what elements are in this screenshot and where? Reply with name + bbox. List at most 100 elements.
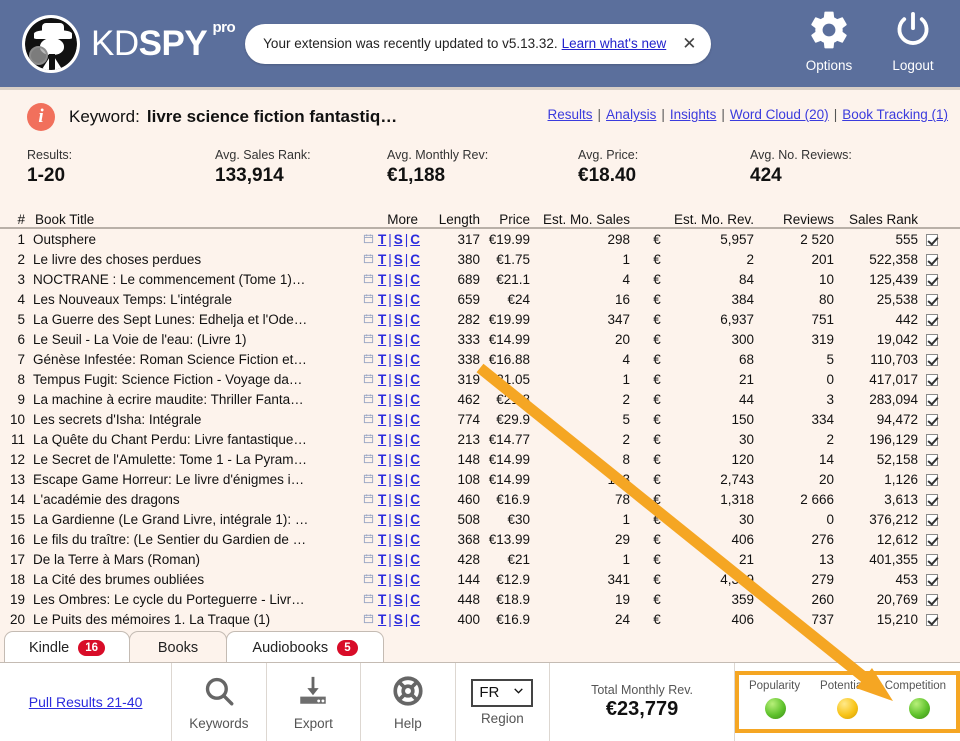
link-s[interactable]: S <box>394 592 403 607</box>
options-button[interactable]: Options <box>792 8 866 73</box>
row-checkbox[interactable] <box>926 373 938 386</box>
link-results[interactable]: Results <box>548 107 593 122</box>
link-c[interactable]: C <box>410 412 420 427</box>
link-c[interactable]: C <box>410 252 420 267</box>
table-row[interactable]: 18 La Cité des brumes oubliées T | S | C 144 €12… <box>0 569 960 589</box>
cell-more[interactable]: T | S | C <box>340 392 428 407</box>
link-c[interactable]: C <box>410 532 420 547</box>
link-t[interactable]: T <box>378 232 386 247</box>
link-t[interactable]: T <box>378 272 386 287</box>
cell-more[interactable]: T | S | C <box>340 272 428 287</box>
calendar-icon[interactable] <box>363 233 374 247</box>
link-t[interactable]: T <box>378 432 386 447</box>
link-t[interactable]: T <box>378 592 386 607</box>
link-t[interactable]: T <box>378 612 386 627</box>
link-t[interactable]: T <box>378 512 386 527</box>
cell-more[interactable]: T | S | C <box>340 292 428 307</box>
link-c[interactable]: C <box>410 512 420 527</box>
cell-checkbox[interactable] <box>918 272 946 287</box>
help-button[interactable]: Help <box>361 663 456 741</box>
cell-more[interactable]: T | S | C <box>340 512 428 527</box>
cell-more[interactable]: T | S | C <box>340 612 428 627</box>
link-t[interactable]: T <box>378 312 386 327</box>
link-s[interactable]: S <box>394 332 403 347</box>
table-row[interactable]: 15 La Gardienne (Le Grand Livre, intégral… <box>0 509 960 529</box>
row-checkbox[interactable] <box>926 353 938 366</box>
cell-title[interactable]: Le Secret de l'Amulette: Tome 1 - La Pyr… <box>30 452 340 467</box>
table-row[interactable]: 13 Escape Game Horreur: Le livre d'énigme… <box>0 469 960 489</box>
row-checkbox[interactable] <box>926 613 938 626</box>
link-c[interactable]: C <box>410 572 420 587</box>
link-s[interactable]: S <box>394 472 403 487</box>
cell-more[interactable]: T | S | C <box>340 332 428 347</box>
cell-checkbox[interactable] <box>918 412 946 427</box>
link-analysis[interactable]: Analysis <box>606 107 656 122</box>
link-c[interactable]: C <box>410 372 420 387</box>
link-t[interactable]: T <box>378 252 386 267</box>
table-row[interactable]: 1 Outsphere T | S | C 317 €19.99 298 €5,957 2 520 55… <box>0 229 960 249</box>
cell-title[interactable]: Le livre des choses perdues <box>30 252 340 267</box>
cell-checkbox[interactable] <box>918 432 946 447</box>
row-checkbox[interactable] <box>926 473 938 486</box>
tab-kindle[interactable]: Kindle 16 <box>4 631 130 663</box>
tab-books[interactable]: Books <box>129 631 227 663</box>
link-s[interactable]: S <box>394 492 403 507</box>
row-checkbox[interactable] <box>926 313 938 326</box>
table-row[interactable]: 17 De la Terre à Mars (Roman) T | S | C 428 €21 1… <box>0 549 960 569</box>
cell-checkbox[interactable] <box>918 372 946 387</box>
link-s[interactable]: S <box>394 312 403 327</box>
calendar-icon[interactable] <box>363 413 374 427</box>
cell-checkbox[interactable] <box>918 352 946 367</box>
link-t[interactable]: T <box>378 572 386 587</box>
table-row[interactable]: 19 Les Ombres: Le cycle du Porteguerre - … <box>0 589 960 609</box>
link-c[interactable]: C <box>410 272 420 287</box>
cell-more[interactable]: T | S | C <box>340 232 428 247</box>
row-checkbox[interactable] <box>926 513 938 526</box>
link-word-cloud[interactable]: Word Cloud (20) <box>730 107 829 122</box>
pull-results-link[interactable]: Pull Results 21-40 <box>29 694 143 710</box>
cell-title[interactable]: Outsphere <box>30 232 340 247</box>
row-checkbox[interactable] <box>926 553 938 566</box>
calendar-icon[interactable] <box>363 613 374 627</box>
cell-checkbox[interactable] <box>918 472 946 487</box>
link-c[interactable]: C <box>410 232 420 247</box>
calendar-icon[interactable] <box>363 253 374 267</box>
link-t[interactable]: T <box>378 372 386 387</box>
calendar-icon[interactable] <box>363 493 374 507</box>
link-t[interactable]: T <box>378 492 386 507</box>
row-checkbox[interactable] <box>926 493 938 506</box>
cell-more[interactable]: T | S | C <box>340 312 428 327</box>
cell-title[interactable]: La Quête du Chant Perdu: Livre fantastiq… <box>30 432 340 447</box>
row-checkbox[interactable] <box>926 233 938 246</box>
link-s[interactable]: S <box>394 412 403 427</box>
row-checkbox[interactable] <box>926 293 938 306</box>
cell-title[interactable]: Génèse Infestée: Roman Science Fiction e… <box>30 352 340 367</box>
link-t[interactable]: T <box>378 472 386 487</box>
cell-title[interactable]: Les Ombres: Le cycle du Porteguerre - Li… <box>30 592 340 607</box>
cell-title[interactable]: La Gardienne (Le Grand Livre, intégrale … <box>30 512 340 527</box>
cell-checkbox[interactable] <box>918 332 946 347</box>
cell-more[interactable]: T | S | C <box>340 252 428 267</box>
calendar-icon[interactable] <box>363 533 374 547</box>
link-c[interactable]: C <box>410 332 420 347</box>
link-t[interactable]: T <box>378 412 386 427</box>
cell-checkbox[interactable] <box>918 392 946 407</box>
cell-more[interactable]: T | S | C <box>340 452 428 467</box>
calendar-icon[interactable] <box>363 393 374 407</box>
tab-audiobooks[interactable]: Audiobooks 5 <box>226 631 384 663</box>
table-row[interactable]: 16 Le fils du traître: (Le Sentier du Gar… <box>0 529 960 549</box>
cell-checkbox[interactable] <box>918 452 946 467</box>
cell-more[interactable]: T | S | C <box>340 352 428 367</box>
link-s[interactable]: S <box>394 392 403 407</box>
link-c[interactable]: C <box>410 392 420 407</box>
calendar-icon[interactable] <box>363 353 374 367</box>
close-icon[interactable]: ✕ <box>682 35 696 52</box>
link-t[interactable]: T <box>378 292 386 307</box>
table-row[interactable]: 14 L'académie des dragons T | S | C 460 €16.9 78 €… <box>0 489 960 509</box>
cell-checkbox[interactable] <box>918 532 946 547</box>
link-s[interactable]: S <box>394 272 403 287</box>
cell-more[interactable]: T | S | C <box>340 492 428 507</box>
link-c[interactable]: C <box>410 352 420 367</box>
export-button[interactable]: Export <box>267 663 362 741</box>
link-s[interactable]: S <box>394 352 403 367</box>
